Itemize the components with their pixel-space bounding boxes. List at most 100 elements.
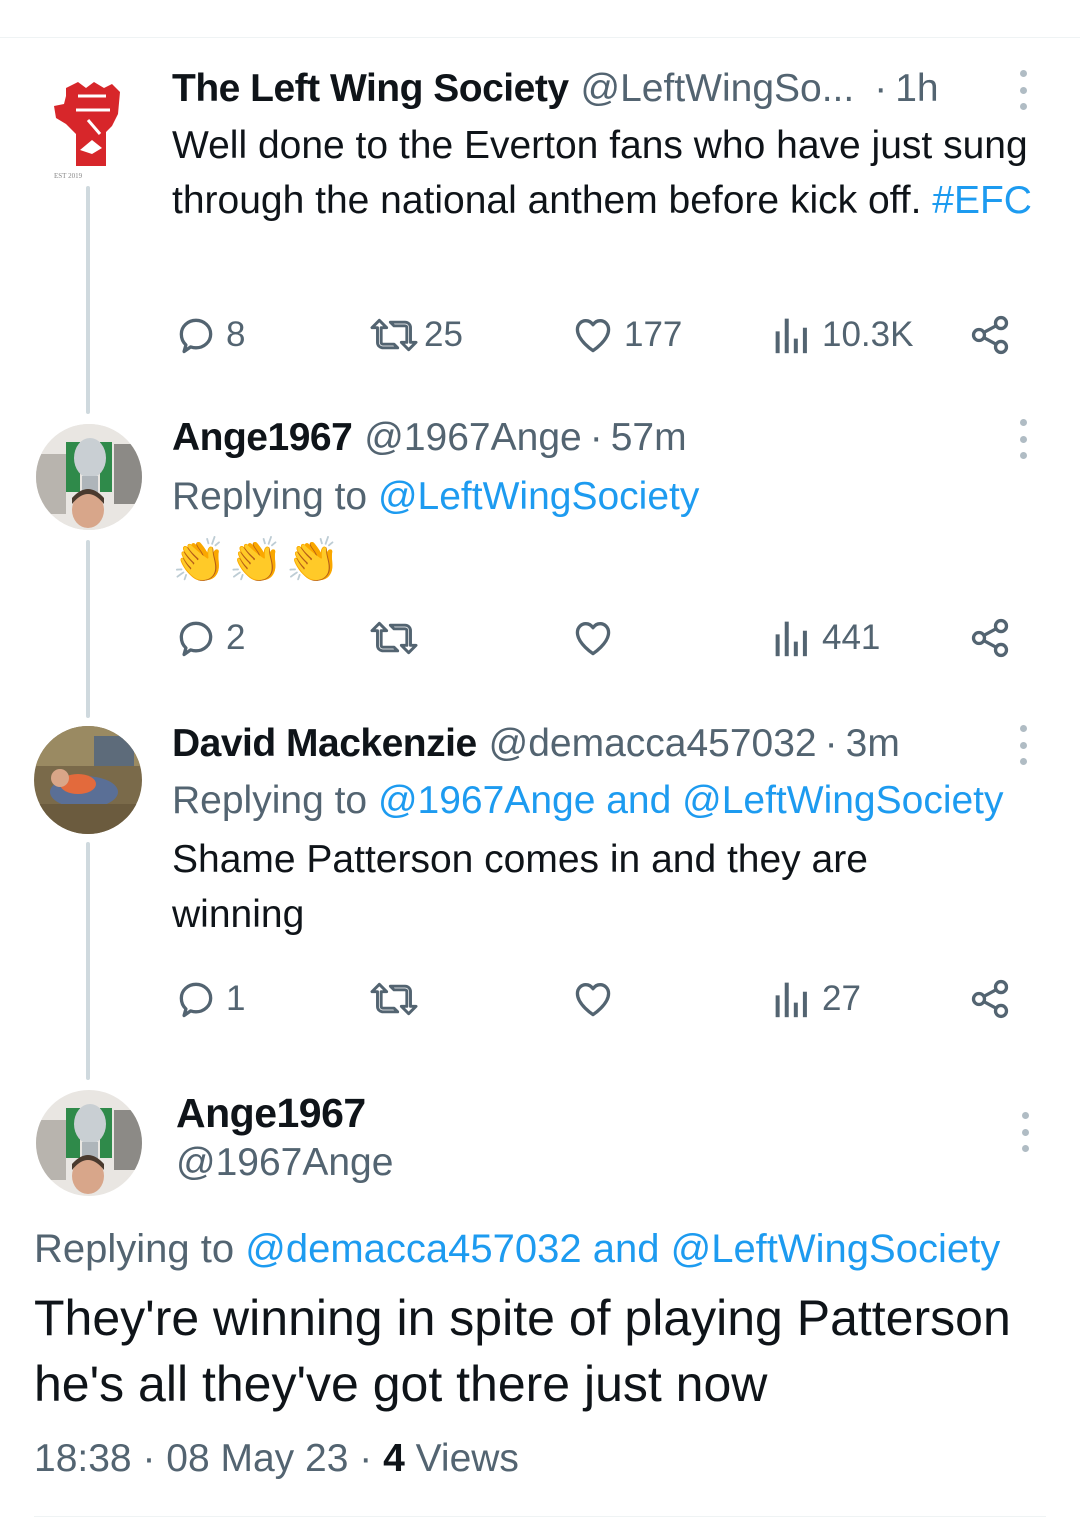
avatar-image: [36, 424, 142, 530]
fist-logo: EST 2019: [54, 82, 120, 180]
separator-dot: ·: [824, 722, 838, 765]
replying-prefix: Replying to: [172, 475, 378, 518]
tweet-time[interactable]: 57m: [611, 415, 687, 461]
share-button[interactable]: [968, 313, 1012, 357]
main-tweet-text: They're winning in spite of playing Patt…: [34, 1290, 1011, 1412]
retweet-icon: [370, 318, 418, 352]
share-icon: [971, 315, 1009, 355]
replying-prefix: Replying to: [34, 1227, 246, 1271]
separator-dot: ·: [359, 1437, 384, 1480]
reply-button[interactable]: 1: [174, 977, 245, 1021]
hashtag-link[interactable]: #EFC: [932, 179, 1032, 222]
reply-icon: [179, 621, 213, 657]
replying-to: Replying to @1967Ange and @LeftWingSocie…: [172, 773, 1052, 828]
avatar-left-wing-society[interactable]: EST 2019: [48, 74, 128, 182]
top-divider: [0, 37, 1080, 38]
share-button[interactable]: [968, 616, 1012, 660]
tweet-david-mackenzie[interactable]: David Mackenzie @demacca457032 · 3m Repl…: [172, 721, 1052, 942]
like-icon: [575, 983, 611, 1017]
like-count: 177: [624, 315, 683, 354]
views-count: 27: [822, 979, 861, 1018]
bottom-divider: [34, 1516, 1046, 1517]
retweet-count: 25: [424, 315, 463, 354]
thread-connector: [86, 186, 90, 414]
views-button[interactable]: 10.3K: [772, 313, 913, 357]
tweet-header: David Mackenzie @demacca457032 · 3m: [172, 721, 1052, 767]
views-icon: [775, 982, 807, 1018]
retweet-icon: [370, 982, 418, 1016]
more-options-icon[interactable]: [1006, 70, 1040, 110]
tweet-metadata: 18:38 · 08 May 23 · 4 Views: [34, 1436, 519, 1482]
views-count: 4: [383, 1437, 405, 1480]
display-name[interactable]: David Mackenzie: [172, 721, 477, 767]
replying-to-link[interactable]: @LeftWingSociety: [378, 475, 699, 518]
replying-prefix: Replying to: [172, 779, 378, 822]
thread-connector: [86, 540, 90, 718]
replying-to: Replying to @LeftWingSociety: [172, 469, 1052, 524]
reply-icon: [179, 982, 213, 1018]
views-icon: [775, 621, 807, 657]
views-label: Views: [415, 1437, 519, 1480]
views-count: 441: [822, 618, 881, 657]
reply-count: 1: [226, 979, 246, 1018]
avatar-ange1967[interactable]: [36, 424, 142, 530]
tweet-time[interactable]: 3m: [846, 721, 900, 767]
tweet-actions: 2 441: [172, 616, 1032, 660]
more-options-icon[interactable]: [1006, 419, 1040, 459]
user-handle[interactable]: @1967Ange: [176, 1138, 393, 1188]
main-tweet-author[interactable]: Ange1967 @1967Ange: [176, 1088, 393, 1188]
user-handle[interactable]: @LeftWingSo...: [581, 66, 855, 112]
tweet-time[interactable]: 18:38: [34, 1437, 132, 1480]
like-button[interactable]: 177: [570, 313, 682, 357]
display-name[interactable]: The Left Wing Society: [172, 66, 569, 112]
reply-count: 8: [226, 315, 246, 354]
views-count: 10.3K: [822, 315, 914, 354]
views-icon: [775, 318, 807, 354]
tweet-actions: 8 25 177 10.3K: [172, 313, 1032, 357]
separator-dot: ·: [874, 67, 888, 110]
like-button[interactable]: [570, 977, 616, 1021]
retweet-icon: [370, 621, 418, 655]
tweet-ange1967-reply[interactable]: Ange1967 @1967Ange · 57m Replying to @Le…: [172, 415, 1052, 590]
separator-dot: ·: [589, 416, 603, 459]
share-icon: [971, 979, 1009, 1019]
reply-button[interactable]: 2: [174, 616, 245, 660]
replying-to-link[interactable]: @1967Ange and @LeftWingSociety: [378, 779, 1004, 822]
tweet-actions: 1 27: [172, 977, 1032, 1021]
like-icon: [575, 319, 611, 353]
more-options-icon[interactable]: [1008, 1112, 1042, 1152]
views-button[interactable]: 441: [772, 616, 880, 660]
views-button[interactable]: 27: [772, 977, 861, 1021]
user-handle[interactable]: @demacca457032: [489, 721, 817, 767]
thread-connector: [86, 842, 90, 1080]
avatar-ange1967-main[interactable]: [36, 1090, 142, 1196]
retweet-button[interactable]: 25: [368, 313, 463, 357]
reply-icon: [179, 318, 213, 354]
tweet-text-body: Well done to the Everton fans who have j…: [172, 124, 1028, 222]
share-button[interactable]: [968, 977, 1012, 1021]
display-name[interactable]: Ange1967: [176, 1088, 393, 1138]
replying-to: Replying to @demacca457032 and @LeftWing…: [34, 1223, 1000, 1275]
share-icon: [971, 618, 1009, 658]
avatar-david-mackenzie[interactable]: [34, 726, 142, 834]
retweet-button[interactable]: [368, 616, 420, 660]
tweet-left-wing-society[interactable]: The Left Wing Society @LeftWingSo... · 1…: [172, 66, 1052, 228]
display-name[interactable]: Ange1967: [172, 415, 353, 461]
avatar-image: [34, 726, 142, 834]
retweet-button[interactable]: [368, 977, 420, 1021]
reply-button[interactable]: 8: [174, 313, 245, 357]
separator-dot: ·: [142, 1437, 167, 1480]
tweet-text: Shame Patterson comes in and they are wi…: [172, 838, 868, 936]
like-icon: [575, 622, 611, 656]
replying-to-link[interactable]: @demacca457032 and @LeftWingSociety: [245, 1227, 1000, 1271]
tweet-header: Ange1967 @1967Ange · 57m: [172, 415, 1052, 461]
avatar-est-text: EST 2019: [54, 172, 83, 180]
user-handle[interactable]: @1967Ange: [364, 415, 581, 461]
tweet-header: The Left Wing Society @LeftWingSo... · 1…: [172, 66, 1052, 112]
more-options-icon[interactable]: [1006, 725, 1040, 765]
like-button[interactable]: [570, 616, 616, 660]
tweet-date[interactable]: 08 May 23: [166, 1437, 348, 1480]
tweet-time[interactable]: 1h: [895, 66, 938, 112]
reply-count: 2: [226, 618, 246, 657]
tweet-text: Well done to the Everton fans who have j…: [172, 118, 1042, 228]
